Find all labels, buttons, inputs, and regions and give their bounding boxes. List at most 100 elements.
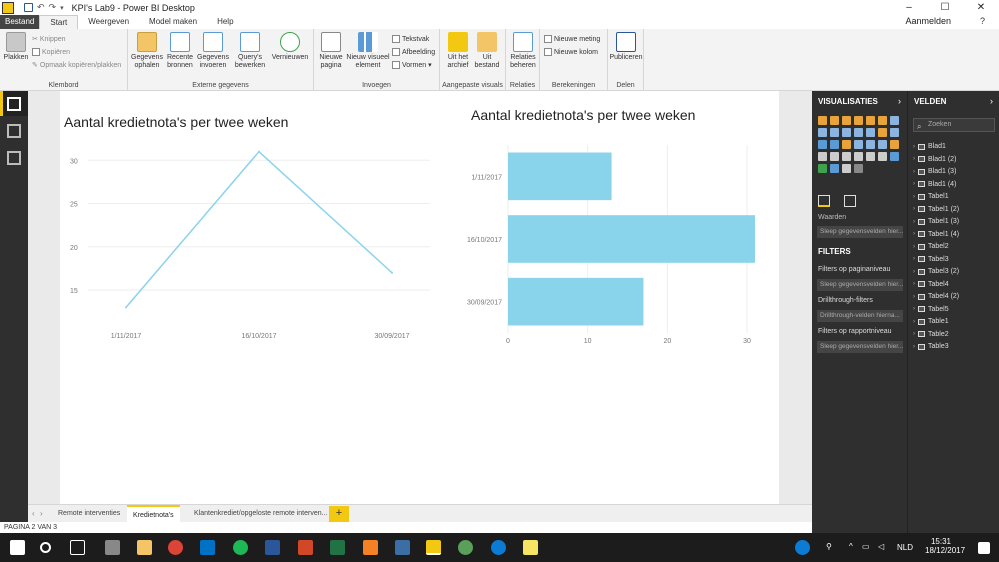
- nieuwe-meting-button[interactable]: Nieuwe meting: [544, 35, 600, 43]
- field-table-row[interactable]: › Tabel3 (2): [913, 268, 959, 275]
- expand-chevron-icon[interactable]: ›: [913, 256, 915, 262]
- tab-remote-interventies[interactable]: Remote interventies: [52, 505, 126, 523]
- vormen-button[interactable]: Vormen ▾: [392, 61, 432, 69]
- funnel-visual-icon[interactable]: [878, 140, 887, 149]
- add-page-button[interactable]: +: [329, 506, 349, 522]
- ribbon-visual-icon[interactable]: [866, 128, 875, 137]
- drillthrough-drop-zone[interactable]: Drillthrough-velden hierna...: [817, 310, 903, 322]
- scatter-visual-icon[interactable]: [890, 128, 899, 137]
- data-point[interactable]: [258, 150, 260, 153]
- field-table-row[interactable]: › Tabel4: [913, 281, 949, 288]
- table-visual-icon[interactable]: [866, 152, 875, 161]
- powerbi-taskbar-icon[interactable]: [426, 540, 441, 555]
- globe-app-icon[interactable]: [458, 540, 473, 555]
- expand-chevron-icon[interactable]: ›: [913, 269, 915, 275]
- expand-chevron-icon[interactable]: ›: [913, 281, 915, 287]
- fields-well-tab-icon[interactable]: [818, 195, 830, 207]
- gegevens-ophalen-button[interactable]: Gegevens ophalen: [130, 32, 164, 70]
- kopieren-button[interactable]: Kopiëren: [32, 48, 70, 56]
- minimize-button[interactable]: –: [891, 0, 927, 15]
- bar-chart-visual[interactable]: Aantal kredietnota's per twee weken 0 10 2…: [465, 91, 765, 351]
- custom-visual-icon[interactable]: [842, 164, 851, 173]
- notifications-icon[interactable]: [978, 542, 990, 554]
- relaties-beheren-button[interactable]: Relaties beheren: [508, 32, 538, 70]
- stacked-column-visual-icon[interactable]: [830, 116, 839, 125]
- values-drop-zone[interactable]: Sleep gegevensvelden hier...: [817, 226, 903, 238]
- gauge-visual-icon[interactable]: [890, 140, 899, 149]
- nieuw-visueel-button[interactable]: Nieuw visueel element: [346, 32, 390, 70]
- field-table-row[interactable]: › Tabel1 (3): [913, 218, 959, 225]
- menu-model-maken[interactable]: Model maken: [139, 15, 207, 29]
- waterfall-visual-icon[interactable]: [878, 128, 887, 137]
- collapse-visualizations-icon[interactable]: ›: [898, 96, 901, 106]
- menu-start[interactable]: Start: [39, 15, 79, 29]
- area-visual-icon[interactable]: [818, 128, 827, 137]
- chrome-icon[interactable]: [168, 540, 183, 555]
- bar[interactable]: [508, 152, 612, 201]
- line-chart-visual[interactable]: Aantal kredietnota's per twee weken 15 20…: [60, 91, 440, 351]
- donut-visual-icon[interactable]: [830, 140, 839, 149]
- close-button[interactable]: ✕: [963, 0, 999, 15]
- clock[interactable]: 15:31 18/12/2017: [925, 537, 965, 555]
- sign-in-link[interactable]: Aanmelden: [905, 16, 951, 26]
- r-script-visual-icon[interactable]: [890, 152, 899, 161]
- word-icon[interactable]: [265, 540, 280, 555]
- 100-column-visual-icon[interactable]: [878, 116, 887, 125]
- afbeelding-button[interactable]: Afbeelding: [392, 48, 435, 56]
- report-view-icon[interactable]: [7, 97, 21, 111]
- expand-chevron-icon[interactable]: ›: [913, 206, 915, 212]
- tekstvak-button[interactable]: Tekstvak: [392, 35, 429, 43]
- slicer-visual-icon[interactable]: [854, 152, 863, 161]
- field-table-row[interactable]: › Tabel1 (4): [913, 231, 959, 238]
- people-icon[interactable]: ⚲: [826, 542, 832, 551]
- field-table-row[interactable]: › Blad1: [913, 143, 946, 150]
- globe-visual-icon[interactable]: [830, 164, 839, 173]
- help-icon[interactable]: ?: [980, 16, 985, 26]
- field-table-row[interactable]: › Tabel3: [913, 256, 949, 263]
- opmaak-kopieren-button[interactable]: ✎ Opmaak kopiëren/plakken: [32, 61, 121, 70]
- expand-chevron-icon[interactable]: ›: [913, 231, 915, 237]
- expand-chevron-icon[interactable]: ›: [913, 156, 915, 162]
- bar-chart-app-icon[interactable]: [395, 540, 410, 555]
- windows-start-icon[interactable]: [10, 540, 25, 555]
- querys-bewerken-button[interactable]: Query's bewerken: [232, 32, 268, 70]
- multirow-card-visual-icon[interactable]: [830, 152, 839, 161]
- kpi-visual-icon[interactable]: [842, 152, 851, 161]
- spotify-icon[interactable]: [233, 540, 248, 555]
- tab-klantenkrediet[interactable]: Klantenkrediet/opgeloste remote interven…: [188, 505, 333, 523]
- field-table-row[interactable]: › Tabel1: [913, 193, 949, 200]
- tab-prev-icon[interactable]: ‹: [32, 509, 35, 518]
- plakken-button[interactable]: Plakken: [4, 32, 28, 62]
- bar[interactable]: [508, 277, 644, 326]
- uit-archief-button[interactable]: Uit het archief: [444, 32, 472, 70]
- expand-chevron-icon[interactable]: ›: [913, 344, 915, 350]
- collapse-fields-icon[interactable]: ›: [990, 96, 993, 106]
- nieuwe-kolom-button[interactable]: Nieuwe kolom: [544, 48, 598, 56]
- teamviewer-icon[interactable]: [491, 540, 506, 555]
- data-view-icon[interactable]: [7, 124, 21, 138]
- field-table-row[interactable]: › Tabel4 (2): [913, 293, 959, 300]
- treemap-visual-icon[interactable]: [842, 140, 851, 149]
- redo-icon[interactable]: ↷: [49, 2, 57, 13]
- series-line[interactable]: [125, 150, 393, 308]
- clustered-column-visual-icon[interactable]: [854, 116, 863, 125]
- data-point[interactable]: [391, 271, 393, 274]
- expand-chevron-icon[interactable]: ›: [913, 169, 915, 175]
- field-table-row[interactable]: › Blad1 (4): [913, 181, 956, 188]
- format-paint-roller-icon[interactable]: [844, 195, 856, 207]
- model-view-icon[interactable]: [7, 151, 21, 165]
- stacked-bar-visual-icon[interactable]: [818, 116, 827, 125]
- menu-bestand[interactable]: Bestand: [0, 15, 40, 29]
- field-table-row[interactable]: › Tabel1 (2): [913, 206, 959, 213]
- filters-report-drop-zone[interactable]: Sleep gegevensvelden hier...: [817, 341, 903, 353]
- fields-search-input[interactable]: ⌕ Zoeken: [913, 118, 995, 132]
- save-icon[interactable]: [24, 3, 33, 12]
- search-taskbar-icon[interactable]: [40, 542, 51, 553]
- field-table-row[interactable]: › Table3: [913, 343, 949, 350]
- maximize-button[interactable]: ☐: [927, 0, 963, 15]
- package-app-icon[interactable]: [363, 540, 378, 555]
- pie-visual-icon[interactable]: [818, 140, 827, 149]
- expand-chevron-icon[interactable]: ›: [913, 319, 915, 325]
- more-visual-icon[interactable]: [854, 164, 863, 173]
- line-column-visual-icon[interactable]: [842, 128, 851, 137]
